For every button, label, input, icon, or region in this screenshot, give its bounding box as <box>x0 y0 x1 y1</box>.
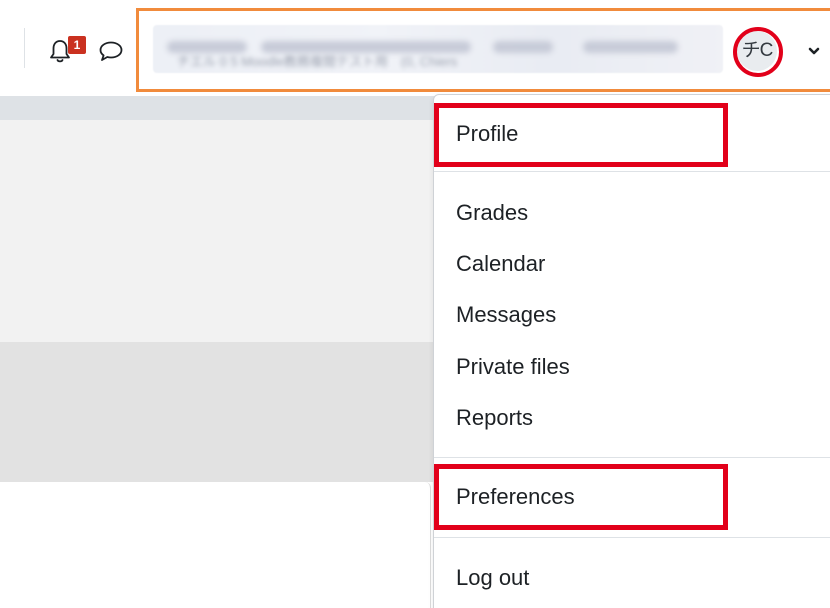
menu-item-log-out[interactable]: Log out <box>456 565 529 591</box>
content-card <box>0 482 431 608</box>
menu-divider <box>434 537 830 538</box>
blurred-text-segment <box>493 41 553 53</box>
menu-divider <box>434 171 830 172</box>
profile-highlight-box <box>434 103 728 167</box>
user-dropdown-menu: Profile Grades Calendar Messages Private… <box>433 94 830 608</box>
navbar: 1 チエル 0 5 Moodle教務複閲テスト用 (0, Chiers チC <box>0 0 830 96</box>
menu-item-calendar[interactable]: Calendar <box>456 251 545 277</box>
menu-divider <box>434 457 830 458</box>
menu-item-messages[interactable]: Messages <box>456 302 556 328</box>
user-menu-toggle[interactable]: チエル 0 5 Moodle教務複閲テスト用 (0, Chiers チC <box>136 8 830 92</box>
page-header-band <box>0 96 440 120</box>
user-name-text: チエル 0 5 Moodle教務複閲テスト用 (0, Chiers <box>177 54 458 69</box>
preferences-highlight-box <box>434 464 728 530</box>
blurred-text-segment <box>583 41 678 53</box>
page: 1 チエル 0 5 Moodle教務複閲テスト用 (0, Chiers チC P… <box>0 0 830 608</box>
navbar-divider <box>24 28 25 68</box>
user-name: チエル 0 5 Moodle教務複閲テスト用 (0, Chiers <box>153 25 723 73</box>
menu-item-private-files[interactable]: Private files <box>456 354 570 380</box>
menu-item-reports[interactable]: Reports <box>456 405 533 431</box>
page-content-band <box>0 342 440 482</box>
page-content-area <box>0 120 440 342</box>
notification-count-badge: 1 <box>68 36 86 54</box>
chevron-down-icon[interactable] <box>807 41 821 61</box>
avatar-highlight-circle <box>733 27 783 77</box>
menu-item-grades[interactable]: Grades <box>456 200 528 226</box>
chat-icon[interactable] <box>98 40 124 62</box>
